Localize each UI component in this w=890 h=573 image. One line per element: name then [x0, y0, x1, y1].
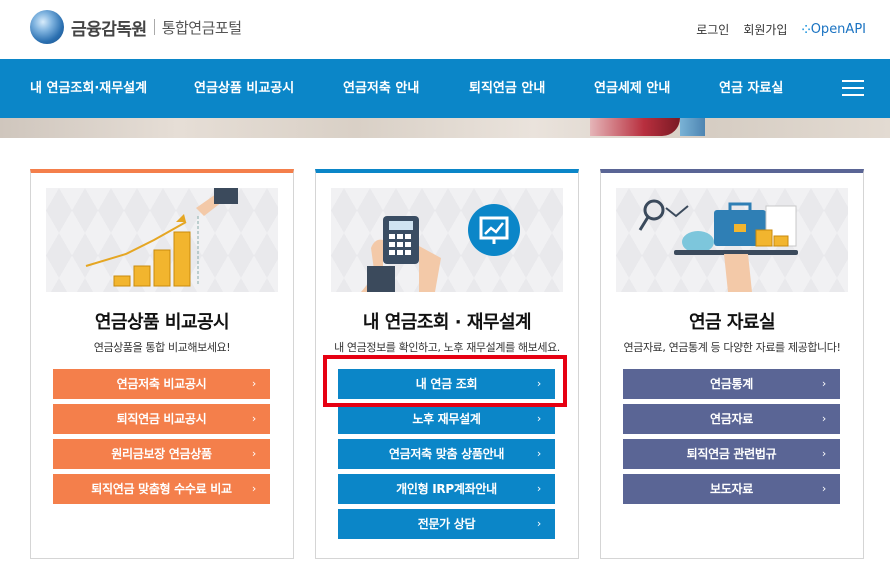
- btn-pension-materials[interactable]: 연금자료 ›: [623, 404, 840, 434]
- openapi-link[interactable]: ⁘ OpenAPI: [801, 22, 866, 37]
- btn-savings-compare[interactable]: 연금저축 비교공시 ›: [53, 369, 270, 399]
- chevron-right-icon: ›: [821, 447, 826, 460]
- openapi-label: OpenAPI: [810, 22, 866, 37]
- button-label: 원리금보장 연금상품: [111, 447, 212, 461]
- chevron-right-icon: ›: [251, 412, 256, 425]
- button-label: 전문가 상담: [417, 517, 476, 531]
- openapi-dots-icon: ⁘: [801, 23, 810, 36]
- btn-retirement-compare[interactable]: 퇴직연금 비교공시 ›: [53, 404, 270, 434]
- card-description: 연금상품을 통합 비교해보세요!: [93, 341, 231, 354]
- card-my-pension: 내 연금조회 · 재무설계 내 연금정보를 확인하고, 노후 재무설계를 해보세…: [315, 169, 579, 559]
- button-label: 연금저축 맞춤 상품안내: [388, 447, 505, 461]
- chevron-right-icon: ›: [821, 482, 826, 495]
- button-label: 내 연금 조회: [415, 377, 478, 391]
- org-name: 금융감독원: [71, 19, 147, 40]
- chevron-right-icon: ›: [536, 377, 541, 390]
- chevron-right-icon: ›: [821, 377, 826, 390]
- menu-hamburger-icon[interactable]: [842, 80, 864, 97]
- button-label: 개인형 IRP계좌안내: [396, 482, 497, 496]
- growing-coins-icon: [85, 188, 238, 287]
- button-label: 연금통계: [710, 377, 753, 391]
- button-label: 퇴직연금 비교공시: [116, 412, 207, 426]
- briefcase-piggybank-icon: [638, 199, 798, 292]
- btn-my-pension-lookup[interactable]: 내 연금 조회 ›: [338, 369, 555, 399]
- calculator-illustration: [331, 188, 563, 292]
- card-pension-library: 연금 자료실 연금자료, 연금통계 등 다양한 자료를 제공합니다! 연금통계 ›…: [600, 169, 864, 559]
- card-title: 연금상품 비교공시: [94, 312, 230, 333]
- banner-decoration-blue: [680, 118, 705, 136]
- btn-retirement-regulations[interactable]: 퇴직연금 관련법규 ›: [623, 439, 840, 469]
- nav-item-pension-library[interactable]: 연금 자료실: [719, 59, 783, 118]
- logo-divider: [153, 19, 155, 35]
- nav-item-product-compare[interactable]: 연금상품 비교공시: [194, 59, 294, 118]
- chevron-right-icon: ›: [251, 377, 256, 390]
- card-description: 내 연금정보를 확인하고, 노후 재무설계를 해보세요.: [334, 341, 560, 354]
- chevron-right-icon: ›: [536, 447, 541, 460]
- card-title: 연금 자료실: [688, 312, 776, 333]
- nav-item-pension-tax[interactable]: 연금세제 안내: [594, 59, 670, 118]
- globe-logo-icon: [30, 10, 64, 44]
- btn-custom-savings-products[interactable]: 연금저축 맞춤 상품안내 ›: [338, 439, 555, 469]
- calculator-hand-icon: [361, 204, 520, 292]
- btn-irp-account-guide[interactable]: 개인형 IRP계좌안내 ›: [338, 474, 555, 504]
- signup-link[interactable]: 회원가입: [743, 21, 787, 38]
- main-nav: 내 연금조회·재무설계 연금상품 비교공시 연금저축 안내 퇴직연금 안내 연금…: [0, 59, 890, 118]
- portal-name: 통합연금포털: [161, 18, 242, 37]
- card-title: 내 연금조회 · 재무설계: [362, 312, 532, 333]
- button-label: 퇴직연금 관련법규: [686, 447, 777, 461]
- chevron-right-icon: ›: [536, 517, 541, 530]
- nav-item-retirement-pension[interactable]: 퇴직연금 안내: [469, 59, 545, 118]
- button-label: 보도자료: [710, 482, 753, 496]
- button-label: 연금저축 비교공시: [116, 377, 207, 391]
- chevron-right-icon: ›: [251, 447, 256, 460]
- chevron-right-icon: ›: [536, 412, 541, 425]
- login-link[interactable]: 로그인: [696, 21, 729, 38]
- btn-guaranteed-products[interactable]: 원리금보장 연금상품 ›: [53, 439, 270, 469]
- chevron-right-icon: ›: [821, 412, 826, 425]
- coins-chart-illustration: [46, 188, 278, 292]
- chevron-right-icon: ›: [536, 482, 541, 495]
- card-product-compare: 연금상품 비교공시 연금상품을 통합 비교해보세요! 연금저축 비교공시 › 퇴직…: [30, 169, 294, 559]
- utility-links: 로그인 회원가입 ⁘ OpenAPI: [682, 21, 866, 38]
- btn-expert-consultation[interactable]: 전문가 상담 ›: [338, 509, 555, 539]
- chevron-right-icon: ›: [251, 482, 256, 495]
- button-label: 노후 재무설계: [412, 412, 481, 426]
- card-description: 연금자료, 연금통계 등 다양한 자료를 제공합니다!: [623, 341, 841, 354]
- site-logo[interactable]: 금융감독원 통합연금포털: [30, 10, 242, 44]
- hero-banner-strip: [0, 118, 890, 138]
- btn-press-releases[interactable]: 보도자료 ›: [623, 474, 840, 504]
- btn-retirement-planning[interactable]: 노후 재무설계 ›: [338, 404, 555, 434]
- finance-objects-illustration: [616, 188, 848, 292]
- btn-fee-compare[interactable]: 퇴직연금 맞춤형 수수료 비교 ›: [53, 474, 270, 504]
- top-header: 금융감독원 통합연금포털 로그인 회원가입 ⁘ OpenAPI: [0, 0, 890, 59]
- nav-item-my-pension[interactable]: 내 연금조회·재무설계: [30, 59, 147, 118]
- btn-pension-statistics[interactable]: 연금통계 ›: [623, 369, 840, 399]
- button-label: 연금자료: [710, 412, 753, 426]
- button-label: 퇴직연금 맞춤형 수수료 비교: [91, 482, 232, 496]
- banner-decoration: [590, 118, 680, 136]
- nav-item-pension-savings[interactable]: 연금저축 안내: [343, 59, 419, 118]
